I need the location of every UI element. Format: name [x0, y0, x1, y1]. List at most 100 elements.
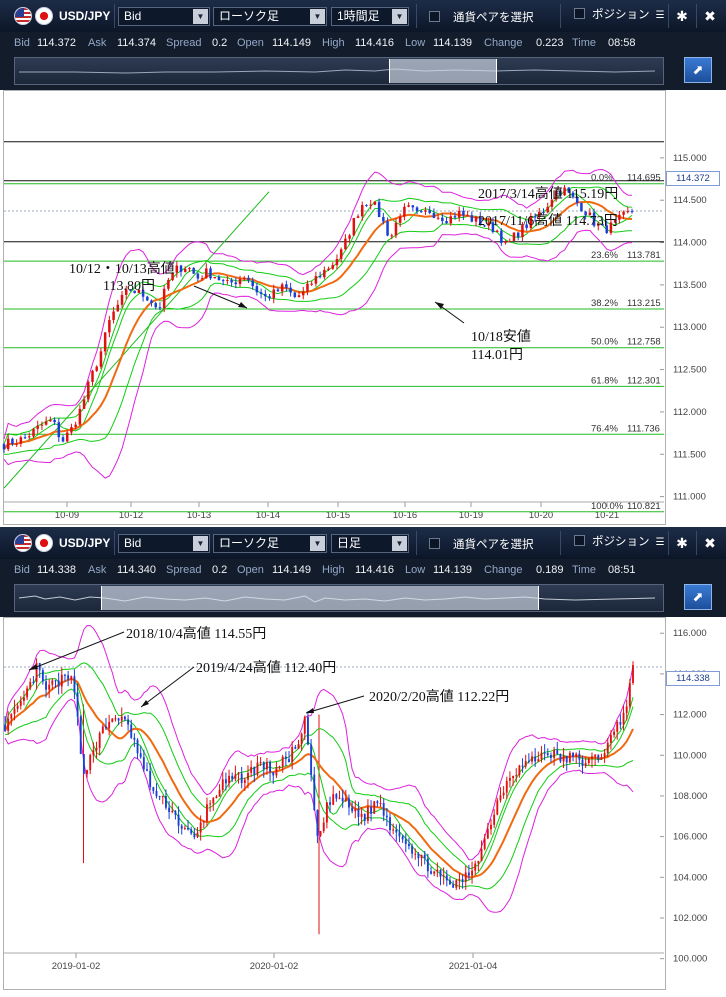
- candle-body: [415, 207, 419, 212]
- candle-body: [394, 222, 398, 236]
- navigator-track[interactable]: [14, 57, 664, 85]
- price-type-dropdown[interactable]: Bid ▼: [118, 7, 210, 26]
- ask-value: 114.340: [117, 564, 156, 576]
- time-value: 08:51: [608, 564, 636, 576]
- candle-body: [323, 270, 326, 278]
- candle-body: [175, 265, 179, 273]
- candle-body: [114, 718, 117, 720]
- annotation-1012-high-line2: 113.80円: [103, 279, 155, 294]
- candle-body: [568, 752, 571, 763]
- candle-body: [87, 381, 90, 400]
- candle-body: [445, 875, 448, 881]
- candle-body: [360, 205, 364, 217]
- candle-body: [269, 762, 272, 773]
- price-type-dropdown[interactable]: Bid ▼: [118, 534, 210, 553]
- candle-body: [512, 775, 515, 779]
- candle-body: [174, 810, 177, 815]
- bid-label: Bid: [14, 37, 30, 49]
- candle-body: [19, 700, 22, 706]
- close-icon[interactable]: ✖: [700, 533, 720, 553]
- candle-body: [580, 203, 583, 212]
- gear-icon[interactable]: ✱: [672, 6, 692, 26]
- navigator-window[interactable]: [389, 59, 497, 83]
- candle-body: [559, 753, 562, 762]
- candle-body: [196, 832, 199, 838]
- spread-value: 0.2: [212, 37, 228, 49]
- toolbar-divider: [560, 4, 561, 28]
- candle-body: [376, 801, 379, 804]
- candle-body: [363, 813, 366, 821]
- candle-body: [632, 665, 634, 683]
- candle-body: [303, 717, 306, 734]
- candle-body: [200, 278, 204, 280]
- candle-body: [103, 332, 107, 352]
- candle-body: [628, 682, 631, 707]
- candle-body: [226, 280, 229, 282]
- candle-body: [382, 803, 385, 816]
- chart-plot-area[interactable]: 115.000 114.500 114.000 113.500 113.000 112.5…: [2, 90, 707, 525]
- candle-body: [442, 875, 445, 877]
- candle-body: [449, 216, 453, 224]
- candle-body: [505, 780, 508, 793]
- candle-body: [622, 211, 625, 215]
- candle-body: [73, 676, 76, 693]
- pair-select-checkbox[interactable]: [429, 538, 440, 549]
- candle-body: [297, 743, 300, 749]
- candle-body: [386, 221, 389, 236]
- spread-label: Spread: [166, 564, 202, 576]
- candle-body: [19, 437, 23, 444]
- spread-label: Spread: [166, 37, 202, 49]
- low-label: Low: [405, 564, 426, 576]
- candle-body: [461, 879, 464, 882]
- candle-body: [424, 210, 427, 212]
- candle-body: [92, 750, 95, 755]
- current-price-tag: 114.338: [666, 671, 720, 686]
- expand-icon[interactable]: ⬈: [684, 584, 712, 610]
- navigator-line: [19, 68, 656, 74]
- fibonacci-value: 114.695: [627, 173, 661, 184]
- close-icon[interactable]: ✖: [700, 6, 720, 26]
- chart-plot-area[interactable]: 116.000114.000112.000110.000108.000106.0…: [3, 617, 707, 990]
- chart-type-value: ローソク足: [219, 536, 280, 550]
- candle-body: [496, 800, 499, 815]
- candle-body: [452, 884, 455, 888]
- position-checkbox[interactable]: [574, 535, 585, 546]
- menu-icon[interactable]: ☰: [650, 533, 670, 553]
- y-tick-label: 110.000: [673, 750, 707, 761]
- timeframe-dropdown[interactable]: 1時間足 ▼: [331, 7, 409, 26]
- chart-panel-hourly: USD/JPY Bid ▼ ローソク足 ▼ 1時間足 ▼ 通貨ペアを選択 ポジション …: [0, 0, 726, 530]
- symbol-selector[interactable]: USD/JPY: [14, 6, 110, 26]
- candle-body: [521, 765, 524, 767]
- navigator-window[interactable]: [101, 586, 539, 610]
- candle-body: [242, 277, 246, 280]
- candle-body: [411, 846, 414, 854]
- candle-body: [289, 287, 292, 293]
- candle-body: [70, 676, 73, 680]
- candle-body: [407, 843, 410, 847]
- candle-body: [395, 829, 398, 833]
- menu-icon[interactable]: ☰: [650, 6, 670, 26]
- navigator-track[interactable]: [14, 584, 664, 612]
- candle-body: [67, 675, 70, 680]
- candle-body: [82, 399, 86, 409]
- position-checkbox[interactable]: [574, 8, 585, 19]
- chart-type-dropdown[interactable]: ローソク足 ▼: [213, 7, 327, 26]
- pair-select-label: 通貨ペアを選択: [453, 539, 534, 551]
- candle-body: [458, 879, 461, 881]
- pair-select-checkbox[interactable]: [429, 11, 440, 22]
- candle-body: [546, 753, 549, 755]
- gear-icon[interactable]: ✱: [672, 533, 692, 553]
- candle-body: [553, 749, 556, 758]
- timeframe-dropdown[interactable]: 日足 ▼: [331, 534, 409, 553]
- symbol-selector[interactable]: USD/JPY: [14, 533, 110, 553]
- candle-body: [133, 737, 136, 740]
- candle-body: [470, 215, 474, 222]
- candle-body: [11, 438, 14, 445]
- candle-body: [95, 366, 98, 371]
- expand-icon[interactable]: ⬈: [684, 57, 712, 83]
- chart-type-dropdown[interactable]: ローソク足 ▼: [213, 534, 327, 553]
- candle-body: [436, 217, 440, 219]
- high-label: High: [322, 37, 345, 49]
- fibonacci-value: 110.821: [627, 501, 661, 512]
- candle-body: [158, 307, 162, 309]
